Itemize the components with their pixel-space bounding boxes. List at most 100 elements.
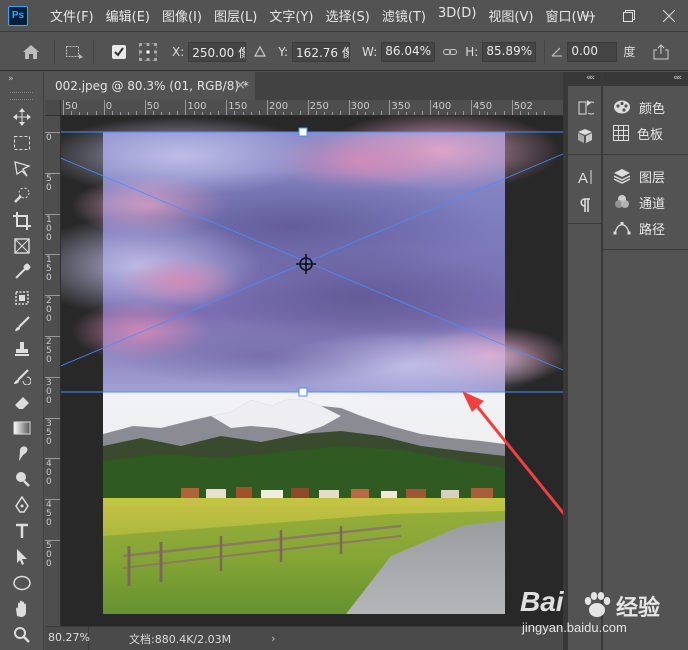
ruler-minor-tick [128,112,130,115]
zoom-icon [14,626,30,643]
home-button[interactable] [16,37,46,67]
menu-3d[interactable]: 3D(D) [432,6,482,25]
pen-tool[interactable] [0,492,44,518]
3d-panel-button[interactable] [568,122,601,150]
layers-panel-tab[interactable]: 图层 [603,163,688,189]
reference-point-locator[interactable] [138,42,158,62]
restore-button[interactable] [616,6,642,26]
eraser-tool[interactable] [0,389,44,415]
character-panel-button[interactable]: A [568,163,601,191]
ruler-minor-tick [413,112,415,115]
type-tool[interactable] [0,518,44,544]
home-icon [23,44,39,59]
ruler-minor-tick [454,112,456,115]
history-panel-button[interactable] [568,94,601,122]
history-brush-tool[interactable] [0,363,44,389]
paragraph-panel-button[interactable] [568,191,601,219]
ruler-origin[interactable] [45,100,61,116]
link-proportions-button[interactable] [443,47,458,57]
toolbar-grip[interactable] [10,92,33,100]
menu-edit[interactable]: 编辑(E) [100,6,156,25]
document-tab[interactable]: 002.jpeg @ 80.3% (01, RGB/8) * × [45,72,255,100]
ruler-tick [144,100,146,115]
channels-panel-tab[interactable]: 通道 [603,189,688,215]
eyedropper-tool[interactable] [0,259,44,285]
quick-select-tool[interactable] [0,182,44,208]
ruler-minor-tick [275,111,277,115]
relative-position-toggle[interactable] [254,46,267,57]
y-position-field[interactable]: 162.76 像素 [292,41,351,62]
toolbar-collapse-button[interactable]: » [0,72,43,90]
brush-tool[interactable] [0,311,44,337]
hand-tool[interactable] [0,596,44,622]
ruler-minor-tick [209,112,211,115]
ruler-tick [511,100,513,115]
ruler-minor-tick [283,112,285,115]
ruler-minor-tick [299,111,301,115]
marquee-icon [14,135,30,150]
watermark-url: jingyan.baidu.com [522,620,627,635]
canvas-area[interactable] [61,116,563,626]
horizontal-ruler[interactable]: 50 0 50 100 150 200 250 300 350 400 450 502 [61,100,563,116]
crop-tool[interactable] [0,208,44,234]
close-window-button[interactable] [656,6,682,26]
ruler-minor-tick [218,111,220,115]
ruler-minor-tick [332,112,334,115]
collapsed-panel-dock: «« A [568,72,602,650]
character-icon: A [578,170,591,186]
height-field[interactable]: 85.89% [482,41,537,62]
panel-collapse-button[interactable]: «« [603,72,688,86]
vertical-ruler[interactable]: 050100150200250300350400450500 [45,116,61,626]
menu-view[interactable]: 视图(V) [482,6,539,25]
marquee-tool[interactable] [0,130,44,156]
minimize-button[interactable] [576,6,602,26]
document-canvas[interactable] [61,116,563,626]
frame-tool[interactable] [0,233,44,259]
ruler-minor-tick [422,111,424,115]
close-icon [663,10,675,22]
ruler-minor-tick [405,112,407,115]
zoom-level-field[interactable]: 80.27% [45,626,90,650]
dock-collapse-button[interactable]: «« [568,72,601,86]
swatches-panel-tab[interactable]: 色板 [603,120,688,146]
reference-point-checkbox[interactable] [112,44,126,59]
smudge-tool[interactable] [0,441,44,467]
color-panel-tab[interactable]: 颜色 [603,94,688,120]
ellipse-tool[interactable] [0,570,44,596]
close-tab-button[interactable]: × [235,78,246,93]
move-tool-preset-button[interactable] [63,42,85,62]
menu-layer[interactable]: 图层(L) [208,6,263,25]
stamp-tool[interactable] [0,337,44,363]
photoshop-logo: Ps [8,5,28,26]
ruler-minor-tick [250,112,252,115]
ruler-label: 200 [269,101,289,112]
rotation-angle-field[interactable]: 0.00 [567,41,618,62]
divider [93,39,94,64]
width-field[interactable]: 86.04% [381,41,436,62]
y-label: Y: [278,44,289,59]
ruler-label: 0 [46,355,52,365]
ruler-label: 502 [513,101,533,112]
dodge-tool[interactable] [0,466,44,492]
ruler-label: 0 [46,182,52,193]
move-tool[interactable] [0,104,44,130]
ruler-minor-tick [193,111,195,115]
x-position-field[interactable]: 250.00 像素 [188,41,247,62]
path-select-tool[interactable] [0,544,44,570]
type-icon [16,523,28,539]
menu-image[interactable]: 图像(I) [156,6,208,25]
paths-panel-tab[interactable]: 路径 [603,215,688,241]
menu-select[interactable]: 选择(S) [319,6,375,25]
ruler-tick [185,100,187,115]
share-button[interactable] [653,43,669,60]
patch-tool[interactable] [0,285,44,311]
menu-type[interactable]: 文字(Y) [263,6,319,25]
lasso-tool[interactable] [0,156,44,182]
ruler-label: 350 [391,101,411,112]
status-menu-arrow[interactable]: › [271,632,275,645]
gradient-tool[interactable] [0,415,44,441]
zoom-tool[interactable] [0,622,44,648]
menu-file[interactable]: 文件(F) [44,6,100,25]
menu-filter[interactable]: 滤镜(T) [376,6,432,25]
ruler-minor-tick [242,112,244,115]
